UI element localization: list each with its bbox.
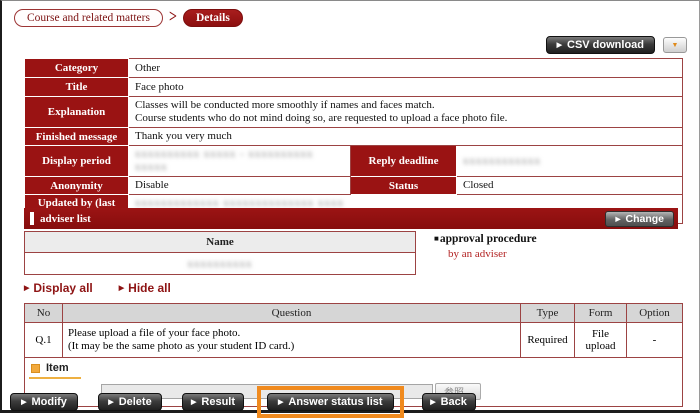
title-label: Title [25, 78, 129, 97]
item-label: Item [46, 362, 69, 374]
adviser-name-redacted: xxxxxxxxxx [188, 258, 253, 270]
approval-procedure: ■approval procedure by an adviser [434, 233, 537, 260]
finished-message-value: Thank you very much [129, 128, 683, 146]
collapse-button[interactable]: ▼ [663, 37, 687, 53]
breadcrumb-item-details: Details [183, 9, 243, 27]
question-line1: Please upload a file of your face photo. [68, 327, 515, 340]
display-all-label: Display all [33, 281, 92, 295]
table-row: Explanation Classes will be conducted mo… [25, 97, 683, 128]
table-row: Display period xxxxxxxxxx xxxxx - xxxxxx… [25, 146, 683, 177]
name-column-header: Name [25, 232, 416, 253]
result-button[interactable]: ▶ Result [182, 393, 244, 411]
col-header-form: Form [575, 304, 627, 323]
adviser-name-table: Name xxxxxxxxxx [24, 231, 416, 275]
item-bullet-icon [31, 364, 40, 373]
question-table-header-row: No Question Type Form Option [25, 304, 683, 323]
change-label: Change [625, 213, 664, 225]
display-all-link[interactable]: ▶ Display all [24, 281, 93, 295]
section-bar-icon [30, 212, 34, 225]
item-header: Item [29, 361, 81, 379]
table-row: xxxxxxxxxx [25, 253, 416, 275]
category-value: Other [129, 59, 683, 78]
table-row: Category Other [25, 59, 683, 78]
answer-status-list-button[interactable]: ▶ Answer status list [267, 393, 394, 411]
col-header-question: Question [63, 304, 521, 323]
play-icon: ▶ [21, 399, 26, 406]
hide-all-label: Hide all [128, 281, 171, 295]
table-row: Title Face photo [25, 78, 683, 97]
play-icon: ▶ [24, 284, 29, 292]
csv-download-button[interactable]: ▶ CSV download [546, 36, 655, 54]
csv-toolbar: ▶ CSV download ▼ [546, 36, 687, 54]
delete-button[interactable]: ▶ Delete [98, 393, 162, 411]
play-icon: ▶ [191, 399, 196, 406]
explanation-value: Classes will be conducted more smoothly … [129, 97, 683, 128]
adviser-zone: Name xxxxxxxxxx ■approval procedure by a… [24, 231, 682, 275]
change-button[interactable]: ▶ Change [605, 211, 674, 227]
modify-button[interactable]: ▶ Modify [10, 393, 78, 411]
breadcrumb: Course and related matters > Details [14, 9, 243, 27]
status-label: Status [351, 177, 457, 195]
finished-message-label: Finished message [25, 128, 129, 146]
explanation-line1: Classes will be conducted more smoothly … [135, 99, 676, 112]
question-row: Q.1 Please upload a file of your face ph… [25, 323, 683, 358]
question-line2: (It may be the same photo as your studen… [68, 340, 515, 353]
question-text: Please upload a file of your face photo.… [63, 323, 521, 358]
col-header-no: No [25, 304, 63, 323]
back-label: Back [441, 396, 467, 408]
result-label: Result [201, 396, 235, 408]
list-controls: ▶ Display all ▶ Hide all [24, 281, 171, 295]
reply-deadline-value-redacted: xxxxxxxxxxxx [463, 155, 541, 167]
explanation-line2: Course students who do not mind doing so… [135, 112, 676, 125]
back-button[interactable]: ▶ Back [422, 393, 476, 411]
modify-label: Modify [31, 396, 66, 408]
answer-status-highlight-box: ▶ Answer status list [257, 386, 404, 418]
reply-deadline-label: Reply deadline [351, 146, 457, 177]
adviser-list-title: adviser list [40, 213, 605, 225]
play-icon: ▶ [615, 215, 620, 223]
play-icon: ▶ [430, 399, 435, 406]
delete-label: Delete [119, 396, 152, 408]
display-period-value-redacted: xxxxxxxxxx xxxxx - xxxxxxxxxx xxxxx [135, 148, 313, 173]
table-row: Anonymity Disable Status Closed [25, 177, 683, 195]
details-table: Category Other Title Face photo Explanat… [24, 58, 683, 224]
approval-procedure-title: ■approval procedure [434, 233, 537, 245]
status-value: Closed [457, 177, 683, 195]
question-option: - [627, 323, 683, 358]
breadcrumb-separator-icon: > [169, 8, 177, 29]
approval-procedure-label: approval procedure [440, 233, 537, 245]
col-header-option: Option [627, 304, 683, 323]
play-icon: ▶ [119, 284, 124, 292]
approval-by-adviser: by an adviser [448, 248, 537, 260]
bullet-square-icon: ■ [434, 234, 439, 243]
hide-all-link[interactable]: ▶ Hide all [119, 281, 171, 295]
play-icon: ▶ [108, 399, 113, 406]
question-no: Q.1 [25, 323, 63, 358]
play-icon: ▶ [557, 42, 562, 49]
footer-actions: ▶ Modify ▶ Delete ▶ Result ▶ Answer stat… [10, 386, 476, 418]
chevron-down-icon: ▼ [672, 41, 679, 49]
question-type: Required [521, 323, 575, 358]
breadcrumb-item-course[interactable]: Course and related matters [14, 9, 163, 27]
title-value: Face photo [129, 78, 683, 97]
anonymity-value: Disable [129, 177, 351, 195]
question-form: File upload [575, 323, 627, 358]
csv-download-label: CSV download [567, 39, 644, 51]
anonymity-label: Anonymity [25, 177, 129, 195]
adviser-list-header: adviser list ▶ Change [24, 208, 678, 229]
col-header-type: Type [521, 304, 575, 323]
category-label: Category [25, 59, 129, 78]
play-icon: ▶ [278, 399, 283, 406]
table-row: Finished message Thank you very much [25, 128, 683, 146]
display-period-label: Display period [25, 146, 129, 177]
answer-status-list-label: Answer status list [288, 396, 382, 408]
explanation-label: Explanation [25, 97, 129, 128]
